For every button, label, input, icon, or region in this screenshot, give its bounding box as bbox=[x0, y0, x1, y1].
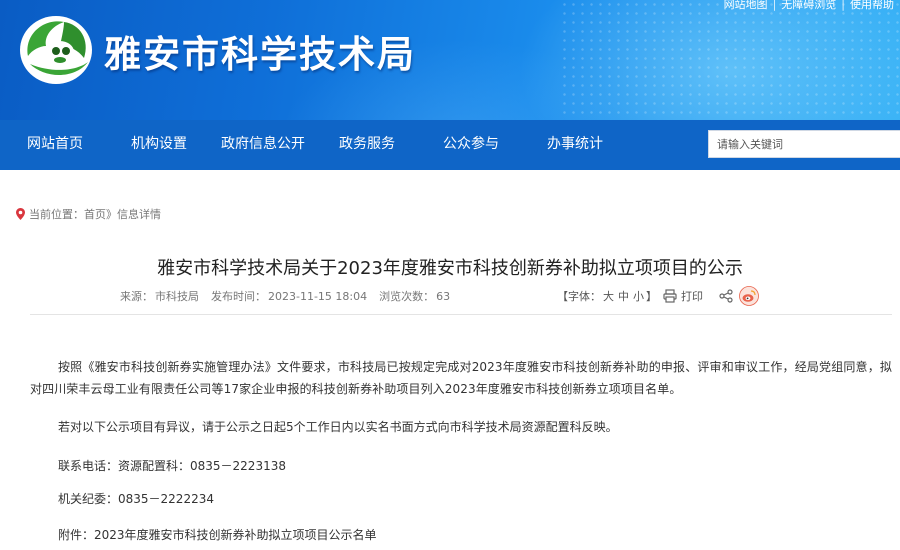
top-links: 网站地图 | 无障碍浏览 | 使用帮助 bbox=[724, 0, 894, 12]
breadcrumb-home-link[interactable]: 首页 bbox=[84, 208, 106, 221]
attachment-link[interactable]: 附件：2023年度雅安市科技创新券补助拟立项项目公示名单 bbox=[30, 526, 377, 543]
article-tools: 【字体： 大 中 小 】 打印 bbox=[557, 286, 759, 306]
top-links-separator: | bbox=[772, 0, 777, 11]
article-paragraph: 若对以下公示项目有异议，请于公示之日起5个工作日内以实名书面方式向市科学技术局资… bbox=[58, 420, 618, 434]
print-button[interactable]: 打印 bbox=[663, 288, 703, 304]
source-value: 市科技局 bbox=[155, 290, 199, 303]
breadcrumb-current: 信息详情 bbox=[117, 208, 161, 221]
site-logo[interactable] bbox=[14, 6, 98, 90]
print-icon bbox=[663, 289, 677, 303]
share-button[interactable] bbox=[719, 289, 733, 303]
article-title: 雅安市科学技术局关于2023年度雅安市科技创新券补助拟立项项目的公示 bbox=[157, 258, 743, 279]
weibo-icon bbox=[739, 286, 759, 306]
source-label: 来源： bbox=[120, 290, 153, 303]
article-paragraph: 按照《雅安市科技创新券实施管理办法》文件要求，市科技局已按规定完成对2023年度… bbox=[30, 360, 892, 396]
weibo-share-button[interactable] bbox=[739, 286, 759, 306]
print-label: 打印 bbox=[681, 290, 703, 303]
site-title: 雅安市科学技术局 bbox=[104, 33, 416, 76]
font-size-medium-button[interactable]: 中 bbox=[618, 288, 629, 304]
views-value: 63 bbox=[436, 290, 451, 303]
nav-item-public-participation[interactable]: 公众参与 bbox=[443, 120, 499, 170]
nav-item-organization[interactable]: 机构设置 bbox=[131, 120, 187, 170]
date-value: 2023-11-15 18:04 bbox=[268, 290, 368, 303]
breadcrumb: 当前位置：首页》信息详情 bbox=[16, 206, 161, 222]
nav-item-home[interactable]: 网站首页 bbox=[27, 120, 83, 170]
article-meta: 来源： 市科技局 发布时间： 2023-11-15 18:04 浏览次数： 63 bbox=[120, 288, 462, 304]
views-label: 浏览次数： bbox=[379, 290, 435, 303]
share-icon bbox=[719, 289, 733, 303]
breadcrumb-label: 当前位置： bbox=[29, 208, 84, 221]
date-label: 发布时间： bbox=[211, 290, 266, 303]
nav-item-statistics[interactable]: 办事统计 bbox=[547, 120, 603, 170]
breadcrumb-separator: 》 bbox=[106, 208, 117, 221]
font-size-close-bracket: 】 bbox=[646, 290, 657, 303]
sitemap-link[interactable]: 网站地图 bbox=[724, 0, 768, 11]
search-input[interactable] bbox=[709, 131, 900, 157]
nav-item-services[interactable]: 政务服务 bbox=[339, 120, 395, 170]
header-banner: 雅安市科学技术局 网站地图 | 无障碍浏览 | 使用帮助 bbox=[0, 0, 900, 120]
article-divider bbox=[30, 314, 892, 315]
help-link[interactable]: 使用帮助 bbox=[850, 0, 894, 11]
font-size-small-button[interactable]: 小 bbox=[633, 288, 644, 304]
font-size-large-button[interactable]: 大 bbox=[603, 288, 614, 304]
accessibility-link[interactable]: 无障碍浏览 bbox=[781, 0, 836, 11]
location-pin-icon bbox=[16, 208, 25, 220]
font-size-label: 【字体： bbox=[557, 290, 601, 303]
search-box bbox=[708, 130, 900, 158]
nav-item-gov-info[interactable]: 政府信息公开 bbox=[221, 120, 305, 170]
banner-pattern bbox=[560, 0, 900, 120]
article-paragraph: 机关纪委：0835－2222234 bbox=[58, 492, 214, 506]
top-links-separator: | bbox=[841, 0, 845, 11]
article-paragraph: 联系电话：资源配置科：0835－2223138 bbox=[58, 459, 286, 473]
